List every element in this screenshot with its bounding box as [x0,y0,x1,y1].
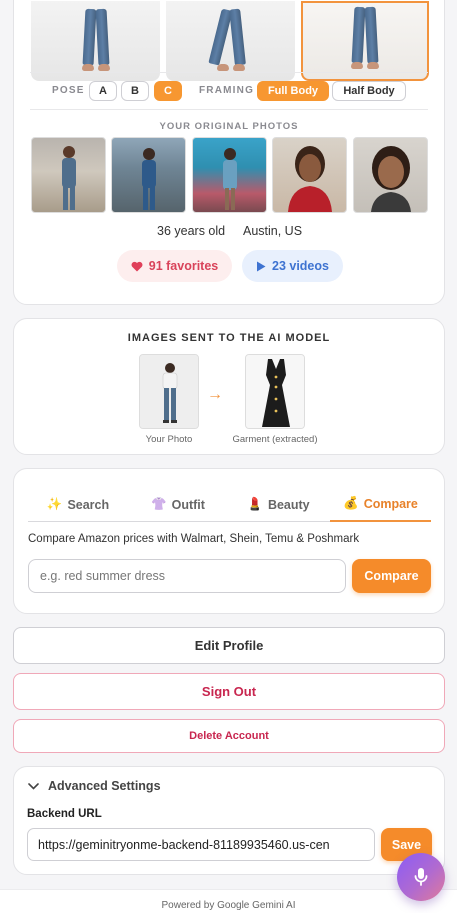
advanced-settings-card: Advanced Settings Backend URL Save [13,766,445,875]
location-text: Austin, US [243,224,303,238]
pose-label: POSE [52,85,85,96]
play-icon [257,261,266,271]
compare-search-input[interactable] [28,559,346,593]
sparkles-icon: ✨ [46,497,63,511]
pose-option-b[interactable]: B [121,81,149,101]
tab-compare[interactable]: 💰 Compare [330,487,431,522]
profile-card: POSE A B C FRAMING Full Body Half Body Y… [13,0,445,305]
framing-label: FRAMING [199,85,255,96]
sign-out-button[interactable]: Sign Out [13,673,445,710]
footer-text: Powered by Google Gemini AI [161,900,296,911]
backend-url-field[interactable] [27,828,375,861]
advanced-settings-toggle[interactable]: Advanced Settings [28,779,161,793]
pose-option-c[interactable]: C [154,81,182,101]
heart-icon [131,261,143,271]
favorites-count: 91 favorites [148,259,219,273]
compare-description: Compare Amazon prices with Walmart, Shei… [28,533,360,545]
delete-account-button[interactable]: Delete Account [13,719,445,753]
advanced-settings-title: Advanced Settings [48,779,161,793]
tab-outfit-label: Outfit [171,497,205,512]
compare-button[interactable]: Compare [352,559,431,593]
search-card: ✨ Search 👚 Outfit 💄 Beauty 💰 Compare Com… [13,468,445,614]
age-text: 36 years old [157,224,226,238]
divider [30,72,428,73]
backend-url-label: Backend URL [27,808,102,820]
money-bag-icon: 💰 [343,496,359,510]
tab-search[interactable]: ✨ Search [28,487,128,522]
framing-full-body[interactable]: Full Body [257,81,329,101]
original-photo-5[interactable] [353,137,428,213]
ai-images-title: IMAGES SENT TO THE AI MODEL [127,332,331,344]
garment-caption: Garment (extracted) [232,434,318,445]
original-photo-2[interactable] [111,137,186,213]
ai-images-card: IMAGES SENT TO THE AI MODEL → Your Photo… [13,318,445,455]
your-photo-thumb [139,354,199,429]
garment-thumb [245,354,305,429]
videos-badge[interactable]: 23 videos [242,250,343,282]
microphone-icon [414,868,428,886]
tab-beauty-label: Beauty [267,497,310,512]
your-photo-caption: Your Photo [145,434,193,445]
pose-option-a[interactable]: A [89,81,117,101]
edit-profile-button[interactable]: Edit Profile [13,627,445,664]
videos-count: 23 videos [272,259,329,273]
original-photo-4[interactable] [272,137,347,213]
divider [30,109,428,110]
pose-preview-b[interactable] [166,1,295,81]
blouse-icon: 👚 [151,497,167,511]
tab-beauty[interactable]: 💄 Beauty [228,487,329,522]
tab-search-label: Search [67,497,110,512]
voice-assistant-button[interactable] [397,853,445,901]
pose-preview-a[interactable] [31,1,160,81]
arrow-right-icon: → [207,386,223,403]
original-photo-3[interactable] [192,137,267,213]
chevron-down-icon [28,782,39,790]
original-photo-1[interactable] [31,137,106,213]
pose-preview-c[interactable] [301,1,429,81]
tab-outfit[interactable]: 👚 Outfit [128,487,228,522]
tab-compare-label: Compare [363,496,418,511]
framing-half-body[interactable]: Half Body [332,81,406,101]
favorites-badge[interactable]: 91 favorites [117,250,232,282]
lipstick-icon: 💄 [247,497,263,511]
original-photos-label: YOUR ORIGINAL PHOTOS [159,121,299,132]
